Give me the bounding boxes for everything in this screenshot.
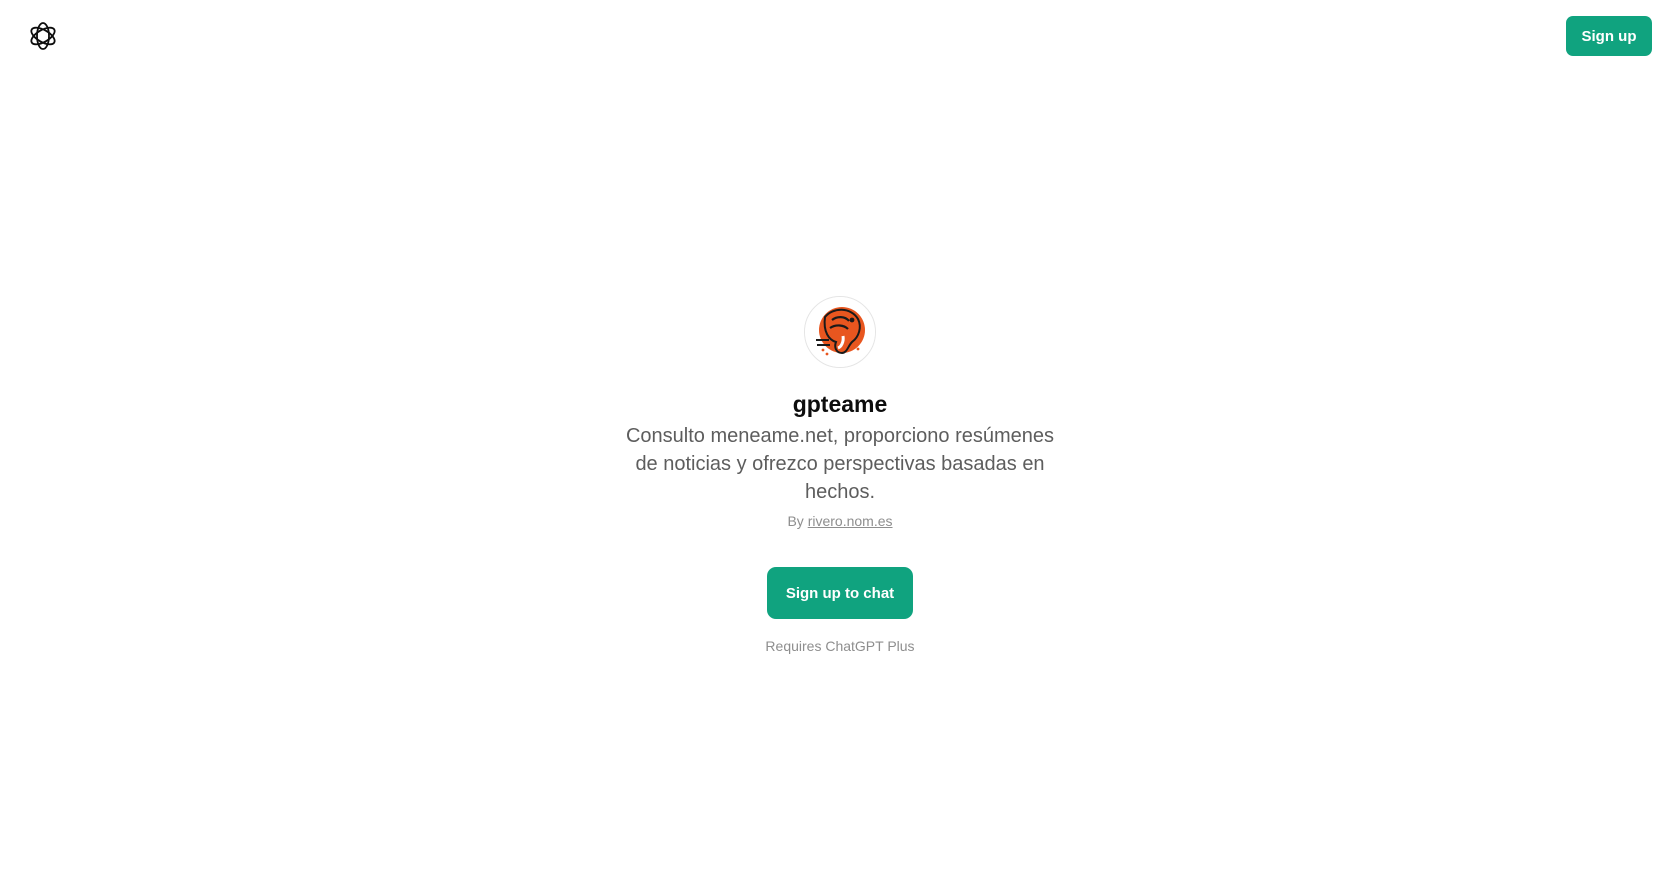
gpt-author-line: By rivero.nom.es — [787, 512, 892, 530]
author-prefix: By — [787, 513, 804, 529]
avatar-graphic — [805, 297, 875, 367]
gpt-profile: gpteame Consulto meneame.net, proporcion… — [0, 296, 1680, 655]
openai-logo-icon[interactable] — [27, 20, 59, 52]
gpt-landing-page: Sign up gpteame Consulto meneame.net, pr… — [0, 0, 1680, 876]
plan-requirement-note: Requires ChatGPT Plus — [765, 638, 915, 654]
gpt-description: Consulto meneame.net, proporciono resúme… — [625, 425, 1055, 503]
author-link[interactable]: rivero.nom.es — [808, 513, 893, 529]
header-sign-up-button[interactable]: Sign up — [1566, 16, 1652, 56]
openai-logo-graphic — [30, 22, 56, 50]
orange-elephant-avatar-icon — [804, 296, 876, 368]
gpt-name: gpteame — [792, 391, 888, 417]
sign-up-to-chat-button[interactable]: Sign up to chat — [767, 567, 913, 619]
